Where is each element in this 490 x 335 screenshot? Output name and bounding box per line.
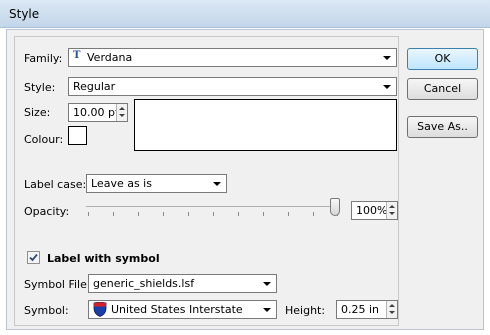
spin-down-icon (389, 311, 395, 314)
slider-tick (138, 212, 139, 216)
spin-up-icon (119, 107, 125, 110)
symbol-value: United States Interstate (111, 303, 243, 316)
size-spinbox[interactable]: 10.00 pt (68, 103, 128, 122)
slider-tick (238, 212, 239, 216)
size-label: Size: (24, 106, 51, 119)
chevron-down-icon (263, 282, 271, 286)
label-with-symbol-checkbox[interactable] (27, 251, 40, 264)
height-spinbox[interactable]: 0.25 in (336, 300, 398, 319)
spin-down-icon (119, 114, 125, 117)
height-label: Height: (285, 304, 326, 317)
opacity-stepper[interactable] (386, 202, 397, 219)
save-as-button[interactable]: Save As.. (407, 116, 478, 138)
font-preview-box (134, 99, 397, 151)
chevron-down-icon (213, 182, 221, 186)
opacity-slider[interactable] (86, 198, 346, 222)
family-label: Family: (24, 52, 63, 65)
height-stepper[interactable] (386, 301, 397, 318)
ok-button[interactable]: OK (407, 48, 478, 70)
opacity-label: Opacity: (24, 205, 70, 218)
label-case-dropdown[interactable]: Leave as is (86, 174, 227, 193)
style-label: Style: (24, 81, 56, 94)
chevron-down-icon (263, 308, 271, 312)
style-value: Regular (73, 80, 116, 93)
slider-tick (288, 212, 289, 216)
title-bar[interactable]: Style (0, 0, 490, 28)
colour-label: Colour: (24, 133, 64, 146)
symbol-file-value: generic_shields.lsf (93, 277, 195, 290)
symbol-label: Symbol: (24, 304, 69, 317)
slider-tick (88, 212, 89, 216)
family-dropdown[interactable]: T Verdana (68, 48, 397, 67)
style-dialog: Style Family: T Verdana Style: Regular S… (0, 0, 490, 335)
height-value: 0.25 in (341, 303, 380, 316)
slider-track (86, 206, 340, 207)
opacity-spinbox[interactable]: 100% (351, 201, 398, 220)
spin-down-icon (389, 212, 395, 215)
chevron-down-icon (383, 85, 391, 89)
checkmark-icon (29, 253, 38, 262)
window-title: Style (9, 7, 40, 21)
size-stepper[interactable] (116, 104, 127, 121)
label-case-label: Label case: (24, 178, 87, 191)
interstate-shield-icon (93, 302, 107, 317)
slider-tick (163, 212, 164, 216)
slider-tick (113, 212, 114, 216)
symbol-file-label: Symbol File: (24, 278, 91, 291)
symbol-dropdown[interactable]: United States Interstate (88, 300, 277, 319)
cancel-button[interactable]: Cancel (407, 78, 478, 100)
slider-tick (263, 212, 264, 216)
truetype-font-icon: T (73, 50, 81, 61)
label-with-symbol-label: Label with symbol (47, 252, 160, 265)
chevron-down-icon (383, 56, 391, 60)
slider-tick (313, 212, 314, 216)
spin-up-icon (389, 304, 395, 307)
spin-up-icon (389, 205, 395, 208)
slider-tick (188, 212, 189, 216)
label-case-value: Leave as is (91, 177, 152, 190)
size-value: 10.00 pt (73, 106, 120, 119)
slider-tick (213, 212, 214, 216)
family-value: Verdana (87, 51, 133, 64)
opacity-value: 100% (356, 204, 388, 217)
colour-swatch-button[interactable] (68, 126, 87, 145)
slider-thumb[interactable] (330, 198, 340, 216)
style-dropdown[interactable]: Regular (68, 77, 397, 96)
symbol-file-dropdown[interactable]: generic_shields.lsf (88, 274, 277, 293)
